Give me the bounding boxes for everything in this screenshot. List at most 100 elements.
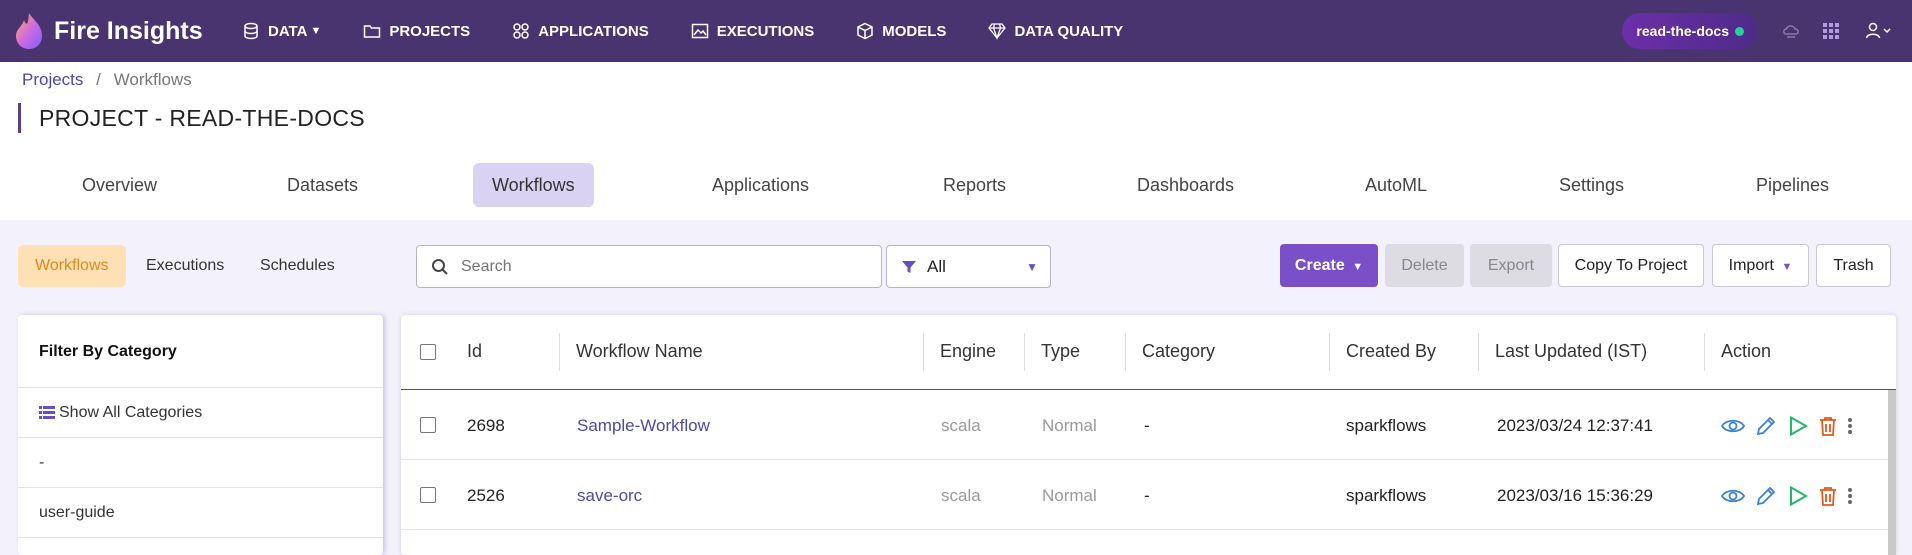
tab-pipelines[interactable]: Pipelines [1756,163,1829,207]
column-divider [1478,333,1479,371]
nav-models[interactable]: MODELS [856,0,946,62]
nav-applications-label: APPLICATIONS [538,22,649,40]
caret-down-icon: ▼ [1781,261,1793,273]
tab-reports[interactable]: Reports [943,163,1006,207]
category-item[interactable]: - [18,438,383,488]
tab-overview[interactable]: Overview [82,163,157,207]
edit-pencil-icon[interactable] [1755,415,1777,437]
breadcrumb: Projects / Workflows [22,70,192,90]
nav-projects-label: PROJECTS [389,22,471,40]
nav-data-quality[interactable]: DATA QUALITY [988,0,1123,62]
create-button[interactable]: Create ▼ [1280,244,1378,287]
current-project-badge[interactable]: read-the-docs [1622,13,1758,49]
view-eye-icon[interactable] [1721,488,1745,504]
tab-settings[interactable]: Settings [1559,163,1624,207]
column-header-type[interactable]: Type [1041,315,1080,390]
export-button[interactable]: Export [1470,244,1552,287]
subtab-workflows[interactable]: Workflows [18,245,126,287]
nav-projects[interactable]: PROJECTS [363,0,470,62]
table-row[interactable]: 2698 Sample-Workflow scala Normal - spar… [401,391,1896,460]
apps-menu-icon[interactable] [1820,20,1842,42]
category-show-all[interactable]: Show All Categories [18,388,383,438]
row-checkbox[interactable] [420,487,436,503]
select-all-checkbox[interactable] [420,344,436,360]
cell-last-updated: 2023/03/24 12:37:41 [1497,416,1653,435]
breadcrumb-separator: / [96,70,101,89]
row-checkbox[interactable] [420,417,436,433]
column-header-last-updated[interactable]: Last Updated (IST) [1495,315,1647,390]
caret-down-icon: ▼ [1352,261,1364,273]
diamond-icon [988,23,1007,40]
status-dot [1735,26,1744,36]
app-name: Fire Insights [54,16,203,45]
workflow-name-link[interactable]: Sample-Workflow [577,391,710,460]
tab-datasets[interactable]: Datasets [287,163,358,207]
user-icon[interactable] [1860,20,1900,42]
funnel-icon [902,260,916,273]
search-input[interactable] [461,257,861,276]
trash-button[interactable]: Trash [1816,244,1891,287]
run-play-icon[interactable] [1787,415,1809,437]
column-header-engine[interactable]: Engine [940,315,996,390]
type-filter-value: All [927,256,946,276]
category-item[interactable]: user-guide [18,488,383,538]
type-filter-select[interactable]: All ▼ [886,245,1051,288]
cell-engine: scala [941,486,981,505]
nav-executions[interactable]: EXECUTIONS [691,0,815,62]
nav-data[interactable]: DATA ▼ [242,0,321,62]
brand[interactable]: Fire Insights [12,11,242,51]
column-divider [559,333,560,371]
top-navbar: Fire Insights DATA ▼ PROJECTS APPLICATIO… [0,0,1912,62]
table-scrollbar[interactable] [1888,390,1896,555]
breadcrumb-current: Workflows [113,70,192,89]
delete-button[interactable]: Delete [1385,244,1464,287]
page-title: PROJECT - READ-THE-DOCS [18,103,365,133]
breadcrumb-projects-link[interactable]: Projects [22,70,83,89]
cell-type: Normal [1042,416,1097,435]
more-options-icon[interactable] [1847,487,1853,505]
column-header-created-by[interactable]: Created By [1346,315,1436,390]
column-header-id[interactable]: Id [467,315,482,390]
folder-icon [364,25,381,38]
tab-dashboards[interactable]: Dashboards [1137,163,1234,207]
create-button-label: Create [1294,257,1345,274]
column-divider [1704,333,1705,371]
cell-last-updated: 2023/03/16 15:36:29 [1497,486,1653,505]
tab-workflows[interactable]: Workflows [473,163,594,207]
tab-applications[interactable]: Applications [712,163,809,207]
column-header-workflow-name[interactable]: Workflow Name [576,315,703,390]
cell-id: 2698 [467,416,505,435]
nav-models-label: MODELS [882,22,947,40]
nav-executions-label: EXECUTIONS [716,22,815,40]
column-header-category[interactable]: Category [1142,315,1215,390]
list-icon [39,406,55,419]
project-header: Projects / Workflows PROJECT - READ-THE-… [0,62,1912,220]
workflows-table: Id Workflow Name Engine Type Category Cr… [401,315,1896,555]
import-button[interactable]: Import ▼ [1712,244,1809,287]
search-box [416,245,882,288]
search-icon [432,258,448,275]
delete-trash-icon[interactable] [1819,416,1837,436]
table-row[interactable]: 2526 save-orc scala Normal - sparkflows … [401,461,1896,530]
subtab-schedules[interactable]: Schedules [260,245,335,287]
tab-automl[interactable]: AutoML [1365,163,1427,207]
table-header: Id Workflow Name Engine Type Category Cr… [401,315,1896,390]
apps-grid-icon [513,23,529,39]
more-options-icon[interactable] [1847,417,1853,435]
cell-category: - [1144,416,1150,435]
cloud-icon[interactable] [1780,20,1802,42]
category-show-all-label: Show All Categories [59,403,203,421]
subtab-executions[interactable]: Executions [146,245,224,287]
category-filter-title: Filter By Category [18,315,383,388]
copy-to-project-button[interactable]: Copy To Project [1558,244,1704,287]
nav-right: read-the-docs [1622,0,1912,62]
image-chart-icon [691,23,708,39]
workflow-name-link[interactable]: save-orc [577,461,642,530]
database-icon [244,22,258,40]
nav-applications[interactable]: APPLICATIONS [512,0,649,62]
run-play-icon[interactable] [1787,485,1809,507]
view-eye-icon[interactable] [1721,418,1745,434]
edit-pencil-icon[interactable] [1755,485,1777,507]
import-button-label: Import [1728,257,1774,274]
delete-trash-icon[interactable] [1819,486,1837,506]
